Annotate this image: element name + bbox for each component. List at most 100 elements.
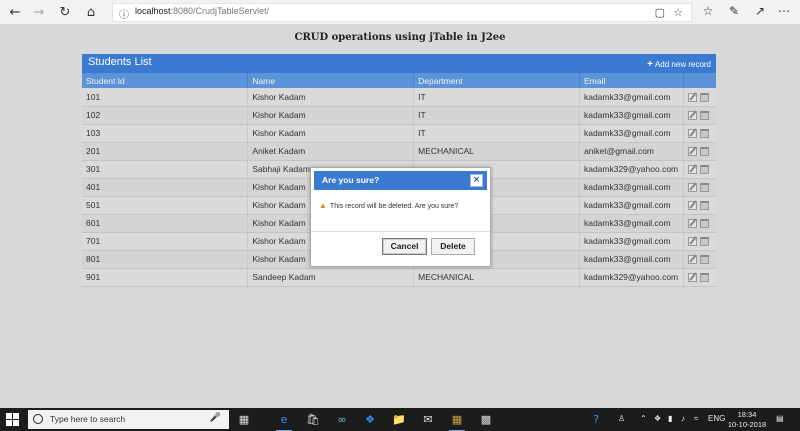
reading-view-icon[interactable]: ▢ xyxy=(655,6,665,19)
language-indicator[interactable]: ENG xyxy=(708,414,725,423)
row-actions xyxy=(683,142,716,161)
dropbox-icon[interactable]: ❖ xyxy=(362,412,378,428)
column-header-department[interactable]: Department xyxy=(413,73,580,88)
edge-browser-icon[interactable]: e xyxy=(276,412,292,431)
help-icon[interactable]: ? xyxy=(588,412,604,428)
table-row[interactable]: 101 Kishor Kadam IT kadamk33@gmail.com xyxy=(82,88,716,107)
cell-student-id: 901 xyxy=(82,268,249,287)
row-actions xyxy=(683,232,716,251)
home-icon[interactable]: ⌂ xyxy=(82,4,100,22)
edit-icon[interactable] xyxy=(687,237,697,247)
back-icon[interactable]: ← xyxy=(6,4,24,22)
cell-email: kadamk33@gmail.com xyxy=(579,196,684,215)
delete-icon[interactable] xyxy=(699,201,709,211)
table-row[interactable]: 901 Sandeep Kadam MECHANICAL kadamk329@yaho… xyxy=(82,268,716,287)
windows-start-icon[interactable] xyxy=(6,413,20,426)
delete-icon[interactable] xyxy=(699,111,709,121)
volume-icon[interactable]: ♪ xyxy=(681,414,685,423)
url-text: localhost:8080/CrudjTableServlet/ xyxy=(135,6,270,16)
column-header-name[interactable]: Name xyxy=(247,73,415,88)
app-icon[interactable]: ▦ xyxy=(449,412,465,431)
task-view-icon[interactable]: ▦ xyxy=(236,412,252,428)
table-row[interactable]: 201 Aniket Kadam MECHANICAL aniket@gmail.co… xyxy=(82,142,716,161)
forward-icon[interactable]: → xyxy=(30,4,48,22)
edit-icon[interactable] xyxy=(687,183,697,193)
clock[interactable]: 18:34 10-10-2018 xyxy=(724,410,770,430)
cell-department: IT xyxy=(413,124,580,143)
taskbar-search-input[interactable]: Type here to search 🎤 xyxy=(28,410,229,429)
delete-icon[interactable] xyxy=(699,237,709,247)
delete-button[interactable]: Delete xyxy=(431,238,475,255)
edit-icon[interactable] xyxy=(687,219,697,229)
dialog-header: Are you sure? × xyxy=(314,171,487,190)
edit-icon[interactable] xyxy=(687,273,697,283)
delete-icon[interactable] xyxy=(699,129,709,139)
delete-icon[interactable] xyxy=(699,165,709,175)
arduino-icon[interactable]: ∞ xyxy=(334,412,350,428)
cell-name: Sandeep Kadam xyxy=(247,268,415,287)
warning-icon: ▲ xyxy=(319,201,327,210)
edit-icon[interactable] xyxy=(687,255,697,265)
row-actions xyxy=(683,214,716,233)
row-actions xyxy=(683,106,716,125)
delete-icon[interactable] xyxy=(699,273,709,283)
cell-email: kadamk33@gmail.com xyxy=(579,250,684,269)
row-actions xyxy=(683,178,716,197)
cell-student-id: 401 xyxy=(82,178,249,197)
delete-icon[interactable] xyxy=(699,147,709,157)
dialog-divider xyxy=(311,231,490,232)
dropbox-tray-icon[interactable]: ❖ xyxy=(654,414,661,423)
column-header-actions xyxy=(683,73,716,88)
delete-icon[interactable] xyxy=(699,219,709,229)
people-icon[interactable]: ♙ xyxy=(618,414,625,423)
store-icon[interactable]: 🛍 xyxy=(305,412,321,428)
table-title-bar: Students List + Add new record xyxy=(82,54,716,73)
delete-icon[interactable] xyxy=(699,92,709,102)
address-bar[interactable]: ⓘ localhost:8080/CrudjTableServlet/ ▢ ☆ xyxy=(112,3,692,22)
cell-email: kadamk33@gmail.com xyxy=(579,106,684,125)
mail-icon[interactable]: ✉ xyxy=(420,412,436,428)
close-icon[interactable]: × xyxy=(470,174,483,187)
pen-icon[interactable]: ✎ xyxy=(726,4,742,18)
edit-icon[interactable] xyxy=(687,201,697,211)
cell-department: MECHANICAL xyxy=(413,268,580,287)
more-icon[interactable]: ⋯ xyxy=(776,4,792,18)
favorites-icon[interactable]: ☆ xyxy=(700,4,716,18)
edit-icon[interactable] xyxy=(687,111,697,121)
notifications-icon[interactable]: ▤ xyxy=(776,414,784,423)
favorite-star-icon[interactable]: ☆ xyxy=(673,6,683,19)
delete-icon[interactable] xyxy=(699,255,709,265)
file-explorer-icon[interactable]: 📁 xyxy=(391,412,407,428)
delete-icon[interactable] xyxy=(699,183,709,193)
search-placeholder: Type here to search xyxy=(50,414,126,424)
edit-icon[interactable] xyxy=(687,129,697,139)
cell-email: aniket@gmail.com xyxy=(579,142,684,161)
dialog-title: Are you sure? xyxy=(322,175,380,185)
cell-department: IT xyxy=(413,106,580,125)
add-new-record-button[interactable]: + Add new record xyxy=(647,59,711,70)
taskbar: Type here to search 🎤 ▦ e 🛍 ∞ ❖ 📁 ✉ ▦ ▩ … xyxy=(0,408,800,431)
cell-name: Kishor Kadam xyxy=(247,88,415,107)
row-actions xyxy=(683,268,716,287)
browser-toolbar: ← → ↻ ⌂ ⓘ localhost:8080/CrudjTableServl… xyxy=(0,0,800,25)
column-header-student-id[interactable]: Student Id xyxy=(82,73,249,88)
row-actions xyxy=(683,88,716,107)
row-actions xyxy=(683,196,716,215)
share-icon[interactable]: ↗ xyxy=(752,4,768,18)
confirm-delete-dialog: Are you sure? × ▲ This record will be del… xyxy=(310,167,491,267)
dialog-message: ▲ This record will be deleted. Are you su… xyxy=(319,201,459,210)
cancel-button[interactable]: Cancel xyxy=(382,238,427,255)
edit-icon[interactable] xyxy=(687,165,697,175)
microphone-icon[interactable]: 🎤 xyxy=(210,413,221,423)
column-header-email[interactable]: Email xyxy=(579,73,684,88)
battery-icon[interactable]: ▮ xyxy=(668,414,672,423)
terminal-icon[interactable]: ▩ xyxy=(478,412,494,428)
refresh-icon[interactable]: ↻ xyxy=(56,4,74,22)
network-icon[interactable]: ≈ xyxy=(694,414,698,423)
edit-icon[interactable] xyxy=(687,147,697,157)
tray-chevron-icon[interactable]: ⌃ xyxy=(640,414,647,423)
table-row[interactable]: 103 Kishor Kadam IT kadamk33@gmail.com xyxy=(82,124,716,143)
table-row[interactable]: 102 Kishor Kadam IT kadamk33@gmail.com xyxy=(82,106,716,125)
edit-icon[interactable] xyxy=(687,92,697,102)
cell-student-id: 201 xyxy=(82,142,249,161)
